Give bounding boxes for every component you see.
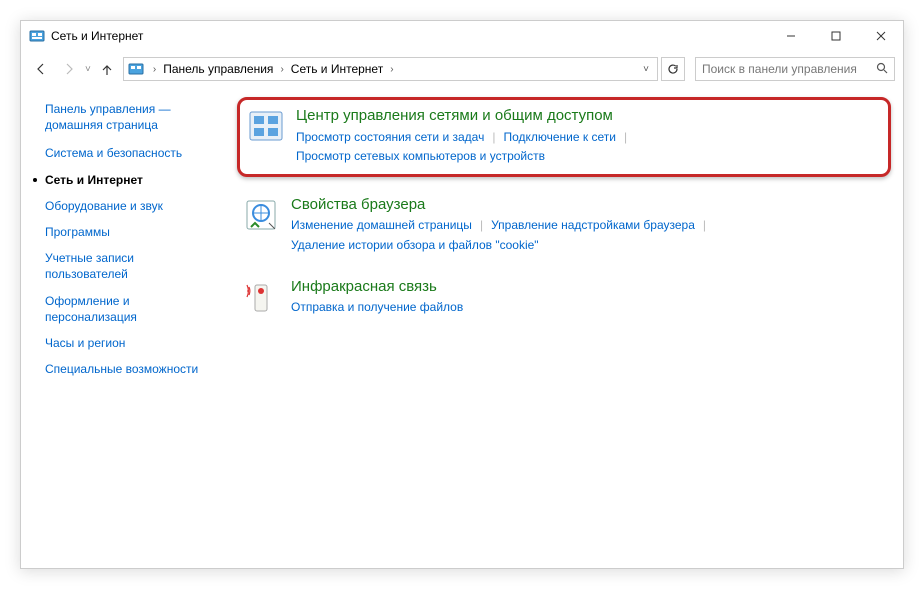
sidebar-item[interactable]: Часы и регион: [45, 335, 219, 351]
browser-icon: [241, 195, 281, 235]
address-chevron[interactable]: ›: [387, 64, 396, 75]
category-links: Изменение домашней страницы|Управление н…: [291, 216, 887, 254]
control-panel-window: Сеть и Интернет ˅ ›: [20, 20, 904, 569]
navigation-bar: ˅ › Панель управления › Сеть и Интернет …: [21, 51, 903, 87]
category-link[interactable]: Подключение к сети: [503, 128, 615, 147]
search-placeholder: Поиск в панели управления: [702, 62, 857, 76]
category-title[interactable]: Свойства браузера: [291, 195, 887, 215]
back-button[interactable]: [29, 57, 53, 81]
link-separator: |: [472, 216, 491, 235]
sidebar-item[interactable]: Сеть и Интернет: [45, 172, 219, 188]
refresh-button[interactable]: [661, 57, 685, 81]
up-button[interactable]: [95, 57, 119, 81]
close-button[interactable]: [858, 21, 903, 51]
category-link[interactable]: Отправка и получение файлов: [291, 298, 463, 317]
sidebar-item[interactable]: Система и безопасность: [45, 145, 219, 161]
category-body: Инфракрасная связьОтправка и получение ф…: [291, 277, 887, 318]
category-link[interactable]: Изменение домашней страницы: [291, 216, 472, 235]
category: Центр управления сетями и общим доступом…: [237, 97, 891, 177]
category-body: Свойства браузераИзменение домашней стра…: [291, 195, 887, 255]
sidebar-item[interactable]: Программы: [45, 224, 219, 240]
link-separator: |: [484, 128, 503, 147]
sidebar-item[interactable]: Оборудование и звук: [45, 198, 219, 214]
category-link[interactable]: Удаление истории обзора и файлов "cookie…: [291, 236, 539, 255]
titlebar: Сеть и Интернет: [21, 21, 903, 51]
category-links: Отправка и получение файлов: [291, 298, 887, 317]
sidebar-home-link[interactable]: Панель управления — домашняя страница: [45, 101, 219, 133]
window-controls: [768, 21, 903, 51]
network-icon: [246, 106, 286, 146]
search-icon: [876, 62, 888, 77]
infrared-icon: [241, 277, 281, 317]
address-dropdown[interactable]: ˅: [639, 64, 653, 75]
address-seg-1[interactable]: Панель управления: [161, 62, 275, 76]
link-separator: |: [616, 128, 635, 147]
category-link[interactable]: Просмотр сетевых компьютеров и устройств: [296, 147, 545, 166]
category-body: Центр управления сетями и общим доступом…: [296, 106, 878, 166]
category-links: Просмотр состояния сети и задач|Подключе…: [296, 128, 878, 166]
address-chevron[interactable]: ›: [150, 64, 159, 75]
category-link[interactable]: Управление надстройками браузера: [491, 216, 695, 235]
address-bar[interactable]: › Панель управления › Сеть и Интернет › …: [123, 57, 658, 81]
category: Свойства браузераИзменение домашней стра…: [237, 191, 891, 259]
address-chevron[interactable]: ›: [277, 64, 286, 75]
address-seg-2[interactable]: Сеть и Интернет: [289, 62, 385, 76]
minimize-button[interactable]: [768, 21, 813, 51]
sidebar: Панель управления — домашняя страница Си…: [33, 97, 223, 560]
recent-dropdown[interactable]: ˅: [85, 64, 91, 75]
forward-button[interactable]: [57, 57, 81, 81]
category: Инфракрасная связьОтправка и получение ф…: [237, 273, 891, 322]
window-title: Сеть и Интернет: [51, 29, 143, 43]
address-icon: [128, 61, 144, 77]
category-title[interactable]: Инфракрасная связь: [291, 277, 887, 297]
search-input[interactable]: Поиск в панели управления: [695, 57, 895, 81]
sidebar-item[interactable]: Учетные записи пользователей: [45, 250, 219, 282]
category-link[interactable]: Просмотр состояния сети и задач: [296, 128, 484, 147]
category-title[interactable]: Центр управления сетями и общим доступом: [296, 106, 878, 126]
app-icon: [29, 28, 45, 44]
main-panel: Центр управления сетями и общим доступом…: [223, 97, 891, 560]
content-area: Панель управления — домашняя страница Си…: [21, 87, 903, 568]
maximize-button[interactable]: [813, 21, 858, 51]
sidebar-item[interactable]: Оформление и персонализация: [45, 293, 219, 325]
sidebar-item[interactable]: Специальные возможности: [45, 361, 219, 377]
link-separator: |: [695, 216, 714, 235]
